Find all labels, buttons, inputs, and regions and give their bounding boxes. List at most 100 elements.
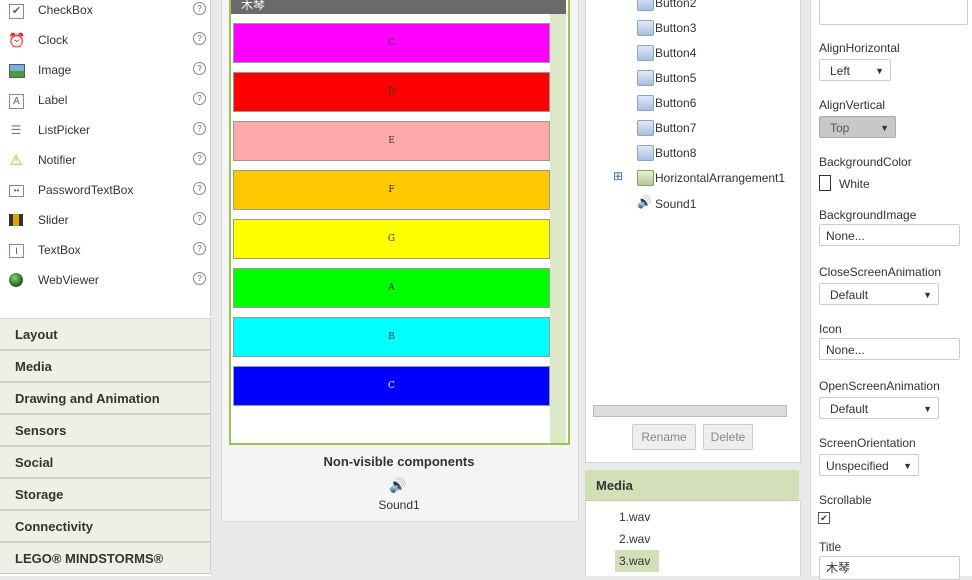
palette-item-webviewer[interactable]: WebViewer ? (0, 266, 210, 296)
dropdown-arrow-icon: ▼ (903, 461, 912, 471)
drawer-lego-mindstorms[interactable]: LEGO® MINDSTORMS® (0, 542, 211, 574)
help-icon[interactable]: ? (193, 242, 206, 255)
note-button-a[interactable]: A (233, 268, 550, 308)
media-file-item-selected[interactable]: 3.wav (615, 550, 659, 572)
button-icon (637, 45, 654, 61)
open-screen-animation-select[interactable]: Default ▼ (819, 397, 939, 419)
delete-button[interactable]: Delete (703, 424, 753, 450)
palette-item-label: WebViewer (38, 273, 99, 287)
align-horizontal-select[interactable]: Left ▼ (819, 59, 891, 81)
tree-item-label: HorizontalArrangement1 (655, 171, 786, 185)
rename-button[interactable]: Rename (632, 424, 696, 450)
prop-label: AlignVertical (819, 98, 886, 112)
select-value: Default (830, 402, 869, 416)
components-horizontal-scrollbar[interactable] (593, 405, 787, 417)
drawer-media[interactable]: Media (0, 350, 211, 382)
drawer-drawing-animation[interactable]: Drawing and Animation (0, 382, 211, 414)
help-icon[interactable]: ? (193, 122, 206, 135)
drawer-connectivity[interactable]: Connectivity (0, 510, 211, 542)
media-file-item[interactable]: 1.wav (615, 506, 659, 528)
drawer-label: Layout (15, 327, 58, 342)
note-button-d[interactable]: D (233, 72, 550, 112)
drawer-label: Social (15, 455, 54, 470)
background-image-picker[interactable]: None... (819, 224, 960, 246)
tree-item-label: Button6 (655, 96, 697, 110)
help-icon[interactable]: ? (193, 152, 206, 165)
select-value: Default (830, 288, 869, 302)
dropdown-arrow-icon: ▼ (875, 66, 884, 76)
help-icon[interactable]: ? (193, 2, 206, 15)
palette-item-listpicker[interactable]: ☰ ListPicker ? (0, 116, 210, 146)
prop-label: OpenScreenAnimation (819, 379, 940, 393)
screen-scrollbar[interactable] (550, 14, 566, 443)
note-button-c-high[interactable]: C (233, 366, 550, 406)
palette-item-slider[interactable]: Slider ? (0, 206, 210, 236)
palette-item-clock[interactable]: ⏰ Clock ? (0, 26, 210, 56)
screen-title-bar: 木琴 (231, 0, 566, 14)
horizontal-arrangement-icon (637, 170, 654, 186)
dropdown-arrow-icon: ▼ (923, 290, 932, 300)
help-icon[interactable]: ? (193, 182, 206, 195)
note-button-b[interactable]: B (233, 317, 550, 357)
note-button-g[interactable]: G (233, 219, 550, 259)
drawer-sensors[interactable]: Sensors (0, 414, 211, 446)
palette-item-label[interactable]: A Label ? (0, 86, 210, 116)
palette-item-label: Clock (38, 33, 69, 47)
title-input[interactable]: 木琴 (819, 556, 960, 580)
palette-item-passwordtextbox[interactable]: •• PasswordTextBox ? (0, 176, 210, 206)
prop-label: Title (819, 540, 842, 554)
help-icon[interactable]: ? (193, 272, 206, 285)
close-screen-animation-select[interactable]: Default ▼ (819, 283, 939, 305)
drawer-layout[interactable]: Layout (0, 318, 211, 350)
drawer-label: Storage (15, 487, 64, 502)
help-icon[interactable]: ? (193, 62, 206, 75)
palette-item-label-text: Label (38, 93, 68, 107)
help-icon[interactable]: ? (193, 212, 206, 225)
palette-item-label: CheckBox (38, 3, 93, 17)
drawer-label: Media (15, 359, 52, 374)
button-icon (637, 70, 654, 86)
prop-label: Icon (819, 322, 842, 336)
expand-toggle-icon[interactable]: ⊞ (613, 169, 623, 183)
screen-orientation-select[interactable]: Unspecified ▼ (819, 454, 919, 476)
align-vertical-select: Top ▼ (819, 116, 896, 138)
help-icon[interactable]: ? (193, 32, 206, 45)
media-file-item[interactable]: 2.wav (615, 528, 659, 550)
about-screen-textarea[interactable] (819, 0, 968, 25)
icon-picker[interactable]: None... (819, 338, 960, 360)
prop-label: CloseScreenAnimation (819, 265, 942, 279)
dropdown-arrow-icon: ▼ (880, 123, 889, 133)
select-value: Top (830, 121, 850, 135)
palette-item-image[interactable]: Image ? (0, 56, 210, 86)
drawer-label: Sensors (15, 423, 67, 438)
notifier-icon: ⚠ (9, 152, 23, 168)
button-icon (637, 0, 654, 11)
prop-label: Scrollable (819, 493, 872, 507)
image-icon (9, 64, 25, 78)
palette-item-textbox[interactable]: I TextBox ? (0, 236, 210, 266)
select-value: Unspecified (826, 459, 889, 473)
palette-item-label: Image (38, 63, 72, 77)
palette-item-label: ListPicker (38, 123, 91, 137)
help-icon[interactable]: ? (193, 92, 206, 105)
palette-item-label: PasswordTextBox (38, 183, 134, 197)
listpicker-icon: ☰ (10, 123, 22, 137)
drawer-label: LEGO® MINDSTORMS® (15, 551, 164, 566)
color-swatch[interactable] (819, 175, 831, 191)
drawer-storage[interactable]: Storage (0, 478, 211, 510)
slider-icon (9, 214, 23, 226)
scrollable-checkbox[interactable]: ✔ (818, 512, 830, 524)
note-button-e[interactable]: E (233, 121, 550, 161)
palette-item-checkbox[interactable]: ✔ CheckBox ? (0, 0, 210, 26)
button-icon (637, 120, 654, 136)
speaker-icon[interactable]: 🔊 (389, 477, 407, 493)
label-icon: A (9, 94, 24, 109)
prop-label: BackgroundImage (819, 208, 917, 222)
note-button-f[interactable]: F (233, 170, 550, 210)
background-color-value[interactable]: White (839, 177, 870, 191)
tree-item-label: Button8 (655, 146, 697, 160)
drawer-social[interactable]: Social (0, 446, 211, 478)
palette-item-notifier[interactable]: ⚠ Notifier ? (0, 146, 210, 176)
prop-label: ScreenOrientation (819, 436, 916, 450)
note-button-c-low[interactable]: C (233, 23, 550, 63)
